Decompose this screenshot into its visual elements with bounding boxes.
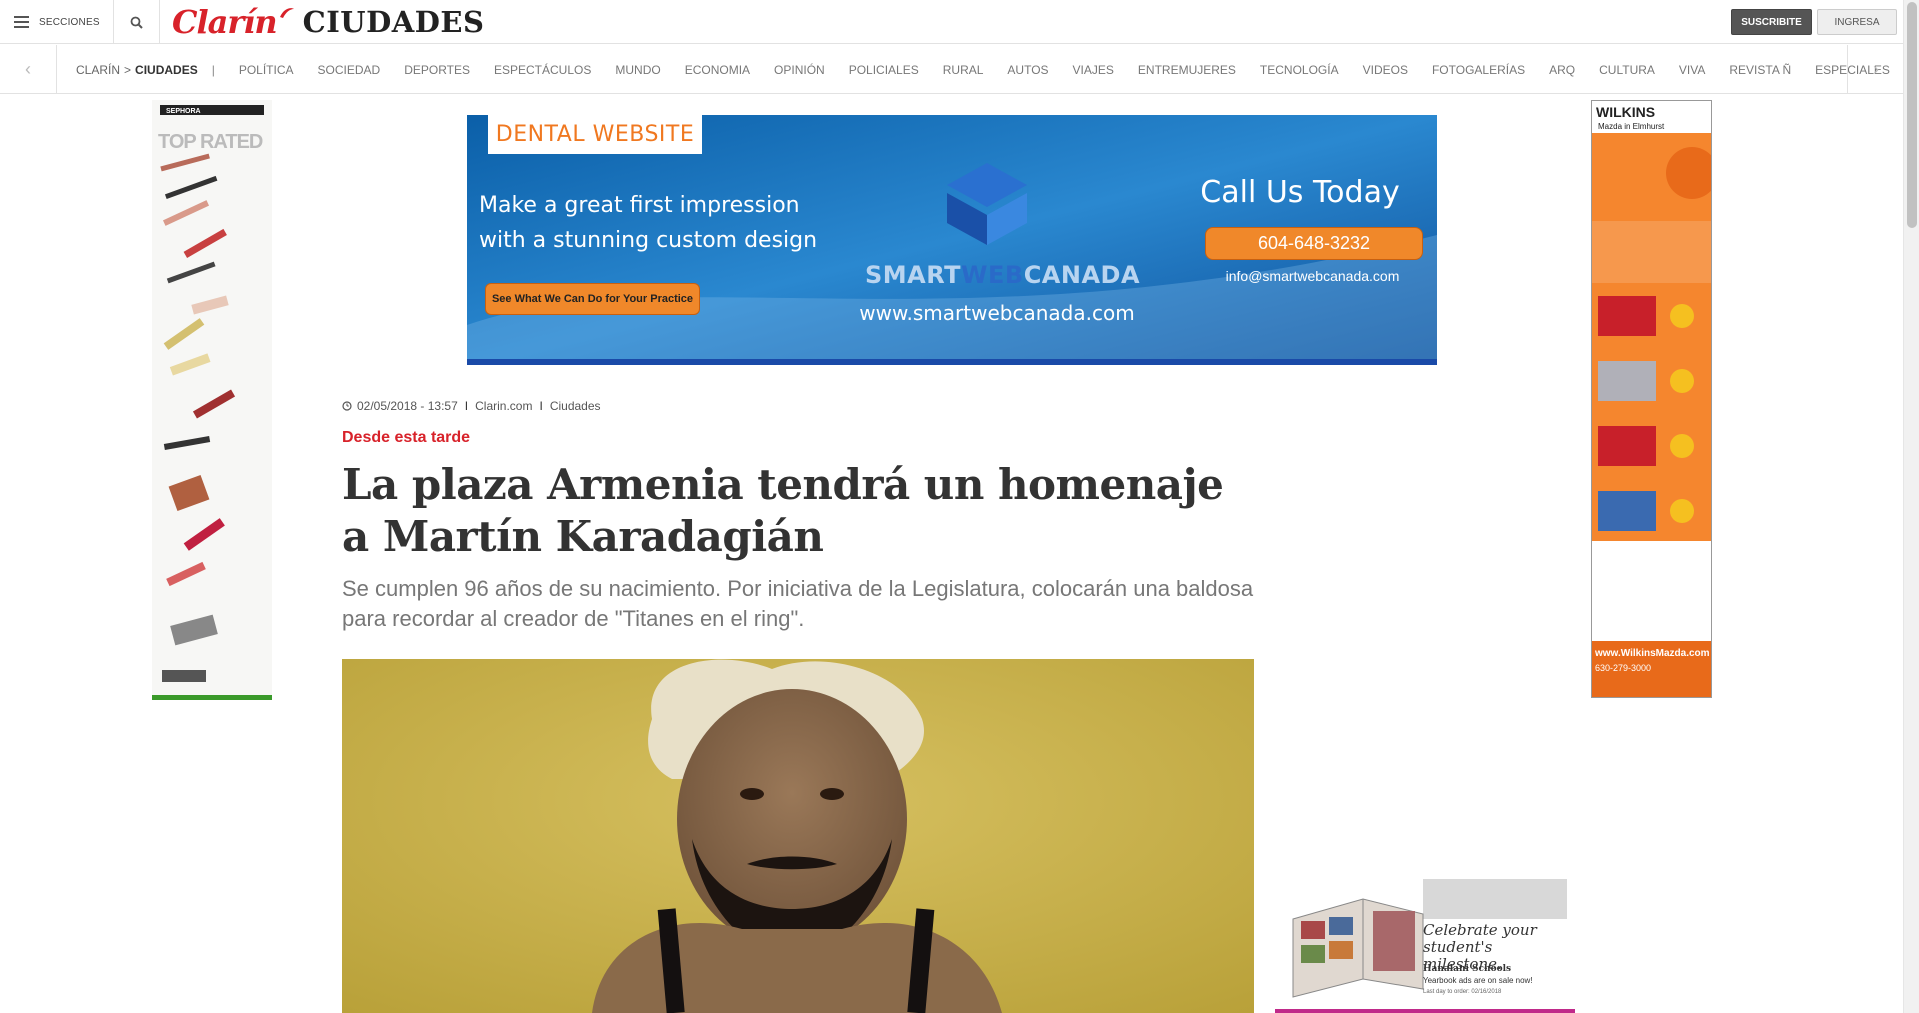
- banner-email: info@smartwebcanada.com: [1225, 268, 1400, 284]
- banner-brand: SMARTWEBCANADA: [865, 261, 1140, 289]
- nav-item[interactable]: ARQ: [1549, 63, 1575, 77]
- breadcrumb-separator: >: [124, 62, 132, 77]
- ad-left-artwork: SEPHORA TOP RATED: [152, 100, 272, 698]
- chevron-right-icon: ›: [1873, 59, 1879, 79]
- nav-item[interactable]: POLICIALES: [849, 63, 919, 77]
- clock-icon: [342, 401, 352, 411]
- ad-yearbook-school: Hanalani Schools: [1423, 964, 1512, 974]
- banner-cta-button[interactable]: See What We Can Do for Your Practice: [485, 283, 700, 315]
- nav-item[interactable]: TECNOLOGÍA: [1260, 63, 1339, 77]
- ad-right-brand: WILKINS: [1596, 104, 1655, 120]
- ad-left-brand: SEPHORA: [166, 108, 201, 115]
- breadcrumb-current[interactable]: CIUDADES: [135, 63, 198, 77]
- nav-item[interactable]: ENTREMUJERES: [1138, 63, 1236, 77]
- nav-item[interactable]: REVISTA Ñ: [1729, 63, 1791, 77]
- article-title: La plaza Armenia tendrá un homenaje a Ma…: [342, 460, 1224, 561]
- section-nav: ‹ CLARÍN > CIUDADES | POLÍTICA SOCIEDAD …: [0, 45, 1903, 94]
- nav-item[interactable]: ESPECTÁCULOS: [494, 63, 591, 77]
- login-button[interactable]: INGRESA: [1817, 9, 1897, 35]
- nav-item[interactable]: DEPORTES: [404, 63, 470, 77]
- secciones-label: SECCIONES: [39, 16, 100, 28]
- article-date: 02/05/2018 - 13:57: [357, 399, 458, 413]
- ad-yearbook[interactable]: Celebrate your student's milestone. Hana…: [1283, 879, 1567, 1013]
- ad-left-headline: TOP RATED: [158, 131, 263, 153]
- ad-right-sub: Mazda in Elmhurst: [1598, 122, 1665, 131]
- nav-scroll-right-button[interactable]: ›: [1847, 45, 1904, 94]
- nav-item[interactable]: OPINIÓN: [774, 63, 825, 77]
- banner-call-text: Call Us Today: [1200, 175, 1400, 210]
- nav-item[interactable]: SOCIEDAD: [318, 63, 381, 77]
- nav-item[interactable]: MUNDO: [615, 63, 660, 77]
- meta-separator: I: [539, 399, 543, 413]
- banner-headline-line-1: Make a great first impression: [479, 193, 800, 218]
- article-kicker: Desde esta tarde: [342, 429, 471, 446]
- breadcrumb: CLARÍN > CIUDADES |: [76, 63, 215, 77]
- banner-phone-button[interactable]: 604-648-3232: [1205, 227, 1423, 260]
- page: SECCIONES Clarín CIUDADES SUSCRIBITE ING…: [0, 0, 1919, 1013]
- nav-item[interactable]: VIAJES: [1073, 63, 1114, 77]
- nav-item[interactable]: VIDEOS: [1363, 63, 1408, 77]
- scrollbar-thumb[interactable]: [1907, 2, 1917, 228]
- ad-yearbook-sub: Yearbook ads are on sale now!: [1423, 976, 1533, 985]
- article-meta: 02/05/2018 - 13:57 I Clarin.com I Ciudad…: [342, 399, 601, 413]
- ad-yearbook-date: Last day to order: 02/16/2018: [1423, 989, 1502, 995]
- banner-brand-part-3: CANADA: [1023, 261, 1141, 289]
- ad-left-bottom-bar: [152, 695, 272, 700]
- ad-top-banner[interactable]: DENTAL WEBSITE Make a great first impres…: [467, 115, 1437, 365]
- nav-item[interactable]: ECONOMIA: [685, 63, 750, 77]
- nav-item[interactable]: POLÍTICA: [239, 63, 294, 77]
- chevron-left-icon: ‹: [25, 59, 31, 79]
- ad-left-skyscraper[interactable]: SEPHORA TOP RATED: [152, 100, 272, 698]
- section-title: CIUDADES: [302, 5, 485, 39]
- nav-scroll-left-button[interactable]: ‹: [0, 45, 57, 94]
- hamburger-icon: [14, 16, 29, 28]
- subscribe-button[interactable]: SUSCRIBITE: [1731, 9, 1812, 35]
- breadcrumb-divider: |: [211, 62, 215, 77]
- article-section[interactable]: Ciudades: [550, 399, 601, 413]
- banner-brand-part-1: SMART: [865, 261, 962, 289]
- article-source[interactable]: Clarin.com: [475, 399, 532, 413]
- nav-items: CLARÍN > CIUDADES | POLÍTICA SOCIEDAD DE…: [76, 45, 1902, 94]
- breadcrumb-root[interactable]: CLARÍN: [76, 63, 120, 77]
- meta-separator: I: [464, 399, 469, 413]
- ad-right-footer-phone: 630-279-3000: [1595, 663, 1651, 673]
- logo-swoosh-icon: [279, 8, 294, 18]
- nav-item[interactable]: RURAL: [943, 63, 984, 77]
- banner-url: www.smartwebcanada.com: [859, 301, 1135, 325]
- hero-photo: [342, 659, 1254, 1013]
- page-scrollbar[interactable]: [1903, 0, 1919, 1013]
- ad-right-skyscraper[interactable]: WILKINS Mazda in Elmhurst www.WilkinsMaz…: [1591, 100, 1712, 698]
- nav-item[interactable]: AUTOS: [1007, 63, 1048, 77]
- nav-item[interactable]: FOTOGALERÍAS: [1432, 63, 1525, 77]
- banner-headline-line-2: with a stunning custom design: [479, 228, 818, 253]
- article-deck: Se cumplen 96 años de su nacimiento. Por…: [342, 576, 1254, 631]
- search-icon: [130, 16, 143, 29]
- nav-item[interactable]: CULTURA: [1599, 63, 1655, 77]
- search-button[interactable]: [114, 0, 160, 44]
- logo-wordmark: Clarín: [172, 3, 278, 41]
- nav-item[interactable]: VIVA: [1679, 63, 1705, 77]
- ad-right-artwork: WILKINS Mazda in Elmhurst www.WilkinsMaz…: [1592, 101, 1711, 697]
- article-hero-image[interactable]: [342, 659, 1254, 1013]
- banner-headline: Make a great first impression with a stu…: [479, 188, 839, 258]
- banner-bottom-line: [467, 359, 1437, 365]
- site-logo[interactable]: Clarín CIUDADES: [172, 3, 484, 41]
- ad-yearbook-bar: [1275, 1009, 1575, 1013]
- top-header: SECCIONES Clarín CIUDADES SUSCRIBITE ING…: [0, 0, 1903, 44]
- secciones-menu-button[interactable]: SECCIONES: [0, 0, 114, 44]
- ad-right-footer-url: www.WilkinsMazda.com: [1594, 648, 1710, 659]
- banner-tag: DENTAL WEBSITE: [488, 115, 702, 154]
- banner-brand-part-2: WEB: [961, 261, 1024, 289]
